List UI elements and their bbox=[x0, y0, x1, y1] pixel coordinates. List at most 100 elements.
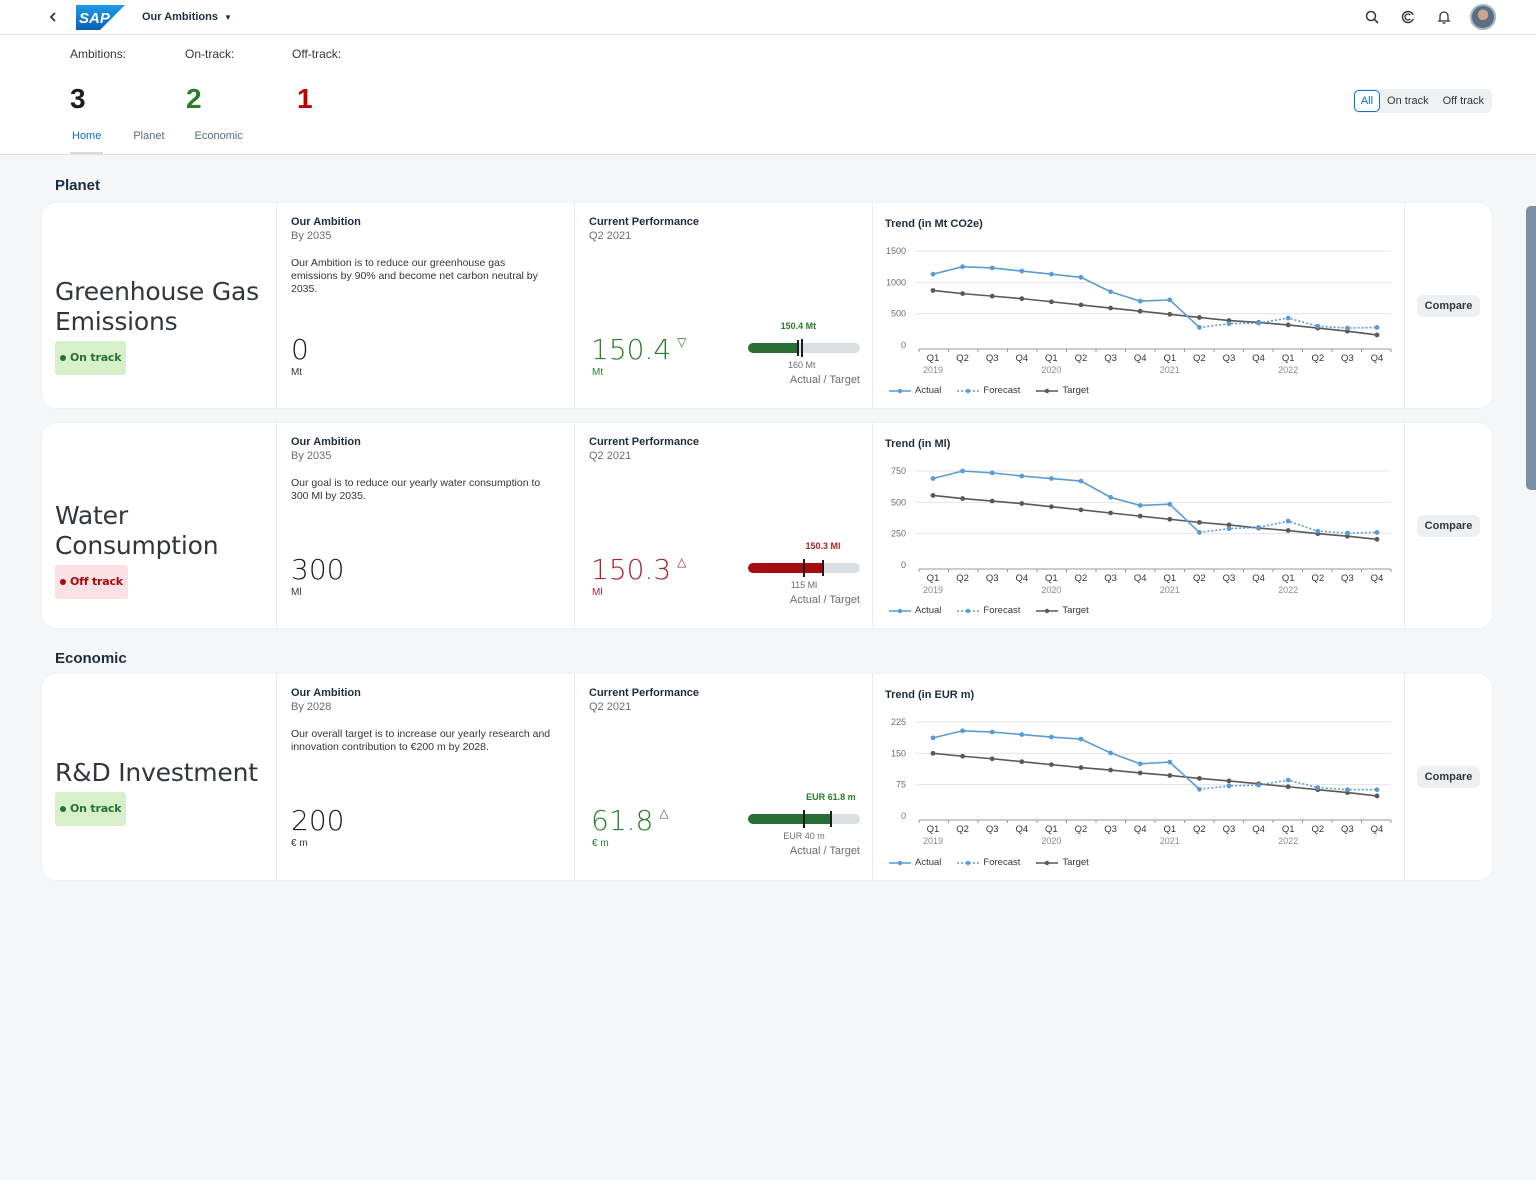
trend-arrow-icon: △ bbox=[677, 555, 687, 569]
status-badge: On track bbox=[55, 792, 127, 826]
x-tick-label: Q4 bbox=[1015, 353, 1028, 364]
status-label: On track bbox=[70, 351, 122, 364]
data-point-actual bbox=[1078, 478, 1084, 484]
filter-all-button[interactable]: All bbox=[1353, 90, 1381, 112]
user-avatar[interactable] bbox=[1470, 4, 1496, 30]
legend-item-actual[interactable]: Actual bbox=[889, 605, 941, 616]
ambition-name-line: Greenhouse Gas bbox=[55, 277, 259, 306]
compare-button[interactable]: Compare bbox=[1416, 294, 1481, 317]
data-point-actual bbox=[1108, 750, 1113, 756]
sap-logo[interactable]: SAP bbox=[76, 5, 125, 30]
page-header: Ambitions: 3 On-track: 2 Off-track: 1 Ho… bbox=[0, 35, 1536, 155]
status-dot-icon bbox=[60, 579, 66, 585]
ambition-card-3: R&D Investment On track Our Ambition By … bbox=[42, 674, 1492, 880]
scrollbar-thumb[interactable] bbox=[1526, 206, 1536, 490]
data-point-actual bbox=[930, 476, 936, 481]
data-point-target bbox=[1285, 322, 1291, 328]
legend-swatch-icon bbox=[889, 860, 911, 865]
x-tick-label: Q1 bbox=[1045, 824, 1058, 835]
tab-planet[interactable]: Planet bbox=[121, 130, 176, 154]
bullet-actual-bar bbox=[748, 814, 831, 824]
data-point-actual bbox=[930, 735, 936, 741]
data-point-actual bbox=[1167, 759, 1173, 765]
data-point-target bbox=[1108, 767, 1113, 773]
search-button[interactable] bbox=[1362, 7, 1382, 27]
compare-cell: Compare bbox=[1405, 423, 1492, 628]
data-point-target bbox=[1285, 784, 1291, 790]
performance-title: Current Performance bbox=[589, 436, 700, 448]
x-tick-label: Q1 bbox=[1163, 573, 1176, 584]
tab-economic[interactable]: Economic bbox=[183, 130, 255, 154]
compare-button[interactable]: Compare bbox=[1416, 766, 1481, 788]
data-point-actual bbox=[1108, 494, 1113, 500]
kpi-off-track: Off-track: 1 bbox=[292, 47, 341, 115]
notifications-button[interactable] bbox=[1434, 7, 1454, 27]
x-tick-label: Q2 bbox=[956, 353, 969, 364]
legend-swatch-icon bbox=[957, 388, 980, 393]
data-point-target bbox=[989, 756, 995, 762]
tab-home[interactable]: Home bbox=[60, 130, 113, 154]
data-point-target bbox=[1226, 778, 1232, 784]
data-point-forecast bbox=[1374, 787, 1380, 793]
status-label: On track bbox=[70, 802, 122, 815]
data-point-target bbox=[1197, 519, 1202, 525]
performance-cell: Current Performance Q2 2021 61.8 △ € m E… bbox=[575, 674, 873, 880]
data-point-actual bbox=[1049, 734, 1054, 740]
legend-item-target[interactable]: Target bbox=[1036, 385, 1089, 396]
data-point-actual bbox=[960, 468, 965, 474]
ambition-name: R&D Investment bbox=[55, 758, 258, 788]
kpi-value: 3 bbox=[70, 83, 86, 114]
legend-swatch-icon bbox=[1036, 860, 1059, 865]
legend-item-forecast[interactable]: Forecast bbox=[957, 385, 1020, 396]
x-tick-label: Q2 bbox=[1311, 353, 1324, 364]
legend-item-actual[interactable]: Actual bbox=[889, 857, 941, 868]
compare-cell: Compare bbox=[1405, 674, 1492, 880]
data-point-actual bbox=[1137, 761, 1143, 767]
data-point-forecast bbox=[1285, 518, 1291, 524]
x-tick-label: Q1 bbox=[927, 824, 940, 835]
ambition-description: Our Ambition is to reduce our greenhouse… bbox=[291, 257, 538, 295]
back-button[interactable] bbox=[44, 8, 62, 26]
performance-value-block: 150.4 ▽ bbox=[591, 333, 686, 366]
legend-item-actual[interactable]: Actual bbox=[889, 385, 941, 396]
data-point-actual bbox=[1049, 271, 1054, 277]
x-tick-label: Q3 bbox=[1341, 573, 1354, 584]
app-title-menu[interactable]: Our Ambitions ▼ bbox=[142, 11, 232, 23]
legend-item-forecast[interactable]: Forecast bbox=[957, 857, 1020, 868]
filter-on-track-button[interactable]: On track bbox=[1380, 90, 1436, 112]
x-year-label: 2019 bbox=[923, 365, 943, 375]
bullet-chart bbox=[748, 810, 860, 828]
performance-period: Q2 2021 bbox=[589, 701, 632, 713]
legend-label: Actual bbox=[915, 605, 942, 616]
performance-period: Q2 2021 bbox=[589, 230, 632, 242]
trend-cell: Trend (in Ml) 0 250 500 750 Q1 Q2 Q3 Q4 Q1 Q2 Q3 Q4… bbox=[873, 423, 1405, 628]
legend-item-target[interactable]: Target bbox=[1036, 605, 1089, 616]
legend-item-target[interactable]: Target bbox=[1036, 857, 1089, 868]
data-point-actual bbox=[960, 264, 965, 270]
data-point-actual bbox=[1197, 530, 1202, 535]
ambition-card-1: Greenhouse Gas Emissions On track Our Amb… bbox=[42, 203, 1492, 408]
ambition-name-cell: Greenhouse Gas Emissions On track bbox=[42, 203, 277, 408]
ambition-cell: Our Ambition By 2028 Our overall target … bbox=[277, 674, 575, 880]
x-year-label: 2020 bbox=[1041, 585, 1061, 595]
compare-button[interactable]: Compare bbox=[1416, 514, 1481, 537]
legend-item-forecast[interactable]: Forecast bbox=[957, 605, 1020, 616]
x-tick-label: Q2 bbox=[1193, 824, 1206, 835]
x-tick-label: Q3 bbox=[1104, 824, 1117, 835]
x-tick-label: Q2 bbox=[1193, 353, 1206, 364]
ambition-by: By 2035 bbox=[291, 230, 332, 242]
bullet-actual-bar bbox=[748, 343, 799, 353]
performance-value: 150.3 bbox=[591, 553, 672, 586]
bullet-target-label: EUR 40 m bbox=[783, 831, 825, 841]
series-line-target bbox=[932, 752, 1378, 797]
x-year-label: 2021 bbox=[1160, 836, 1180, 846]
performance-value: 150.4 bbox=[591, 333, 672, 366]
x-tick-label: Q1 bbox=[1282, 353, 1295, 364]
x-tick-label: Q2 bbox=[1075, 353, 1088, 364]
x-year-label: 2019 bbox=[923, 836, 943, 846]
data-point-actual bbox=[1108, 289, 1113, 295]
filter-off-track-button[interactable]: Off track bbox=[1436, 90, 1491, 112]
joule-button[interactable] bbox=[1398, 7, 1418, 27]
x-tick-label: Q3 bbox=[986, 573, 999, 584]
status-dot-icon bbox=[60, 806, 66, 812]
